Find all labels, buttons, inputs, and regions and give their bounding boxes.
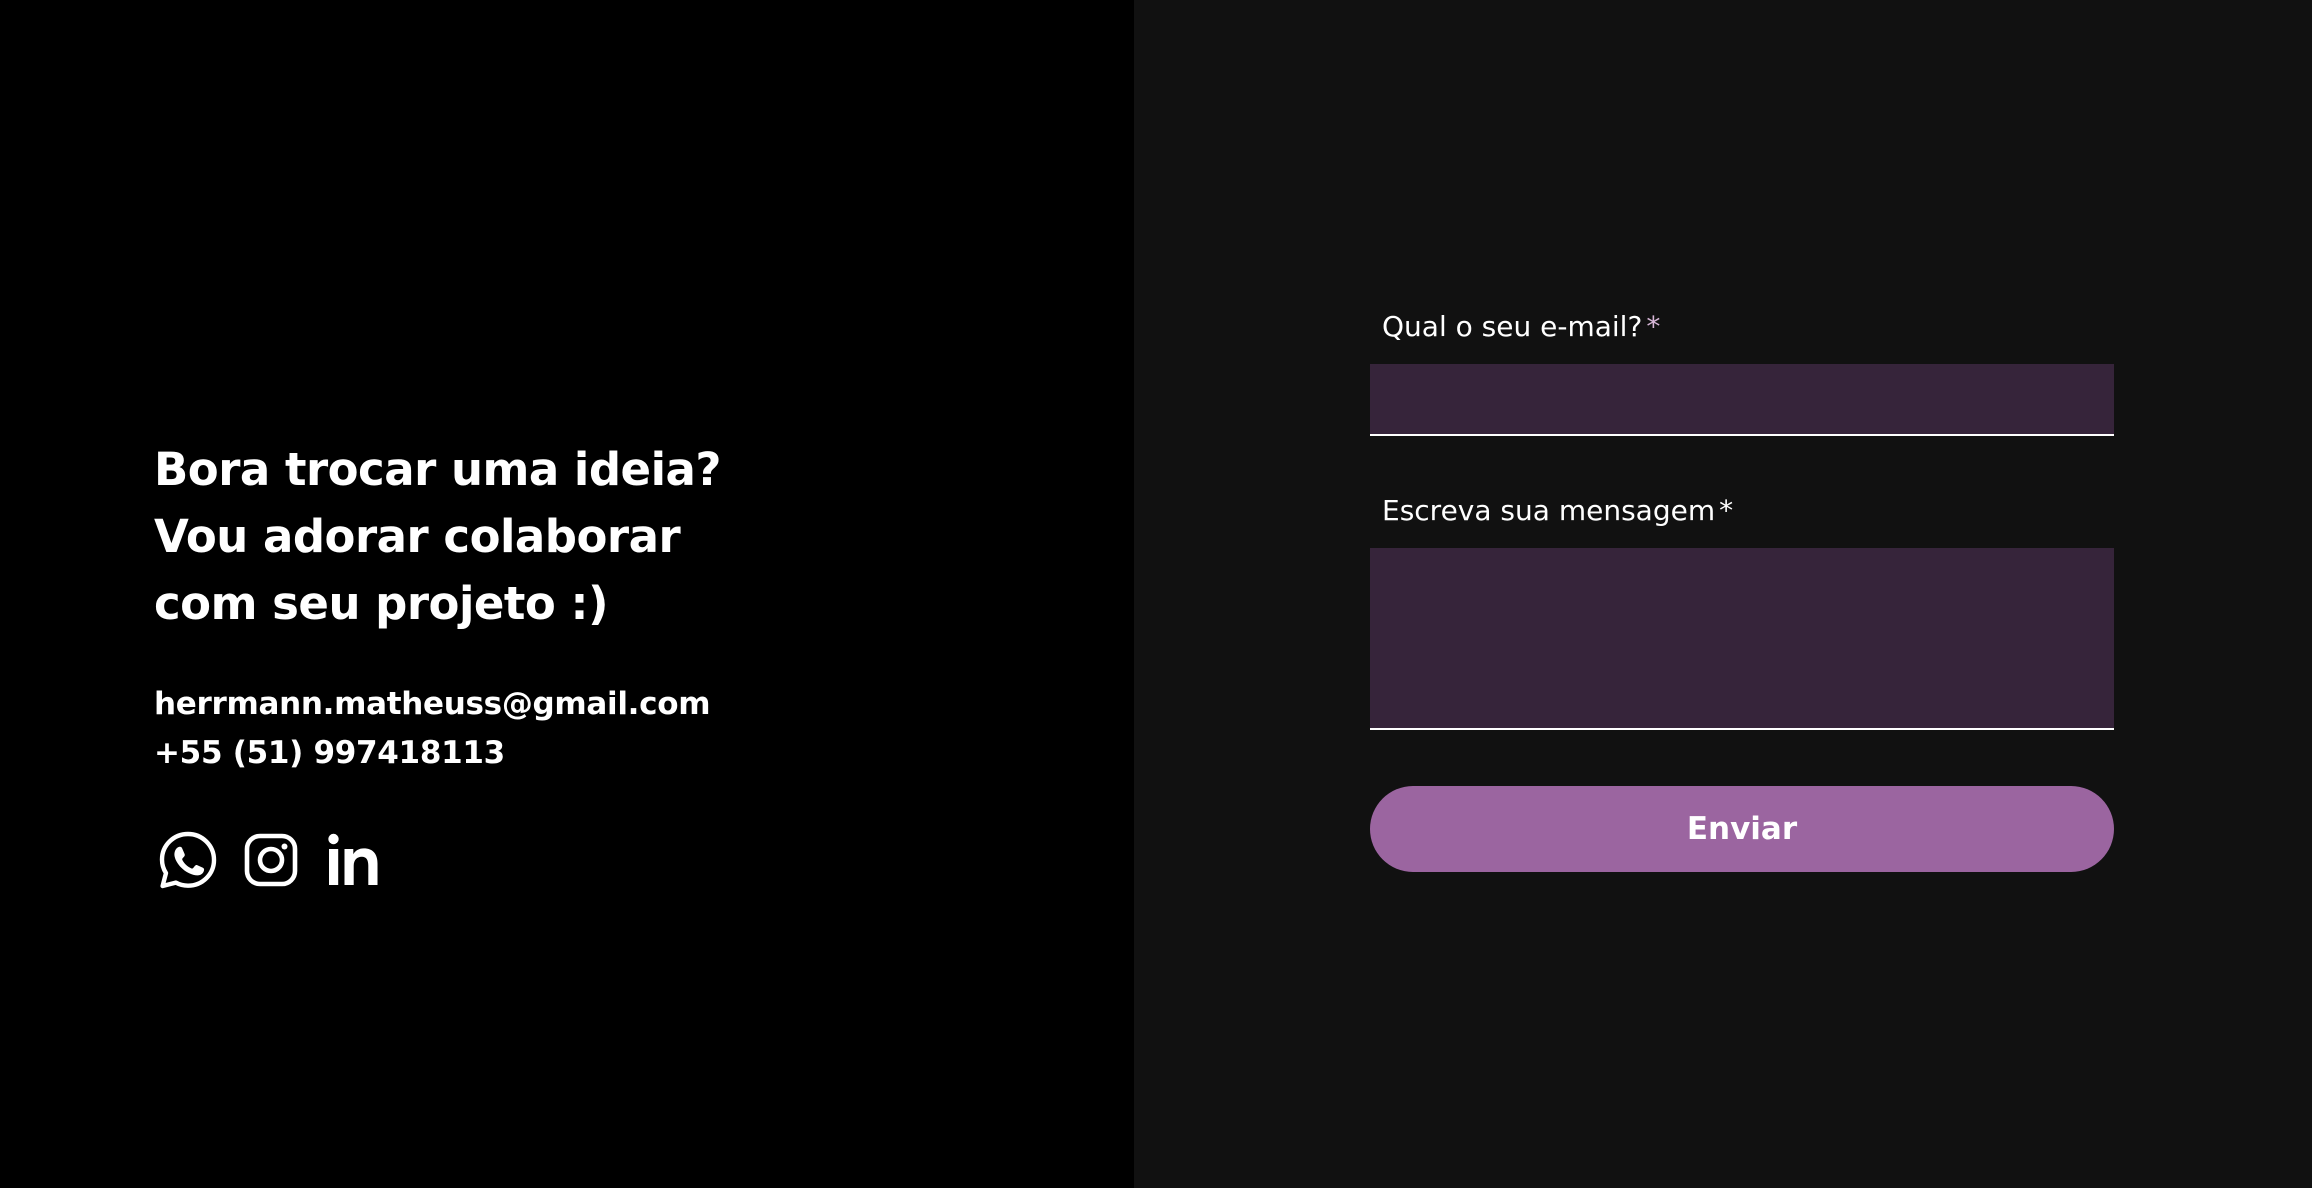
- message-textarea[interactable]: [1370, 548, 2114, 730]
- social-links: [158, 830, 384, 890]
- instagram-icon: [244, 833, 298, 887]
- instagram-link[interactable]: [241, 830, 301, 890]
- contact-headline: Bora trocar uma ideia? Vou adorar colabo…: [154, 436, 754, 637]
- message-field-label: Escreva sua mensagem *: [1370, 494, 2114, 528]
- required-mark: *: [1719, 494, 1734, 527]
- contact-info-panel: Bora trocar uma ideia? Vou adorar colabo…: [0, 0, 1134, 1188]
- contact-phone: +55 (51) 997418113: [154, 735, 505, 771]
- whatsapp-link[interactable]: [158, 830, 218, 890]
- headline-line: Bora trocar uma ideia?: [154, 443, 721, 497]
- contact-email: herrmann.matheuss@gmail.com: [154, 686, 711, 722]
- linkedin-icon: [328, 833, 378, 885]
- email-label-text: Qual o seu e-mail?: [1382, 310, 1643, 343]
- submit-button[interactable]: Enviar: [1370, 786, 2114, 872]
- linkedin-link[interactable]: [324, 830, 384, 890]
- headline-line: com seu projeto :): [154, 577, 609, 631]
- contact-form: Qual o seu e-mail? * Escreva sua mensagem…: [1370, 310, 2114, 872]
- contact-details: herrmann.matheuss@gmail.com +55 (51) 997…: [154, 680, 711, 778]
- required-mark: *: [1646, 310, 1661, 343]
- contact-page: Bora trocar uma ideia? Vou adorar colabo…: [0, 0, 2312, 1188]
- message-label-text: Escreva sua mensagem: [1382, 494, 1716, 527]
- email-input[interactable]: [1370, 364, 2114, 436]
- headline-line: Vou adorar colaborar: [154, 510, 681, 564]
- whatsapp-icon: [159, 831, 217, 889]
- email-field-label: Qual o seu e-mail? *: [1370, 310, 1660, 343]
